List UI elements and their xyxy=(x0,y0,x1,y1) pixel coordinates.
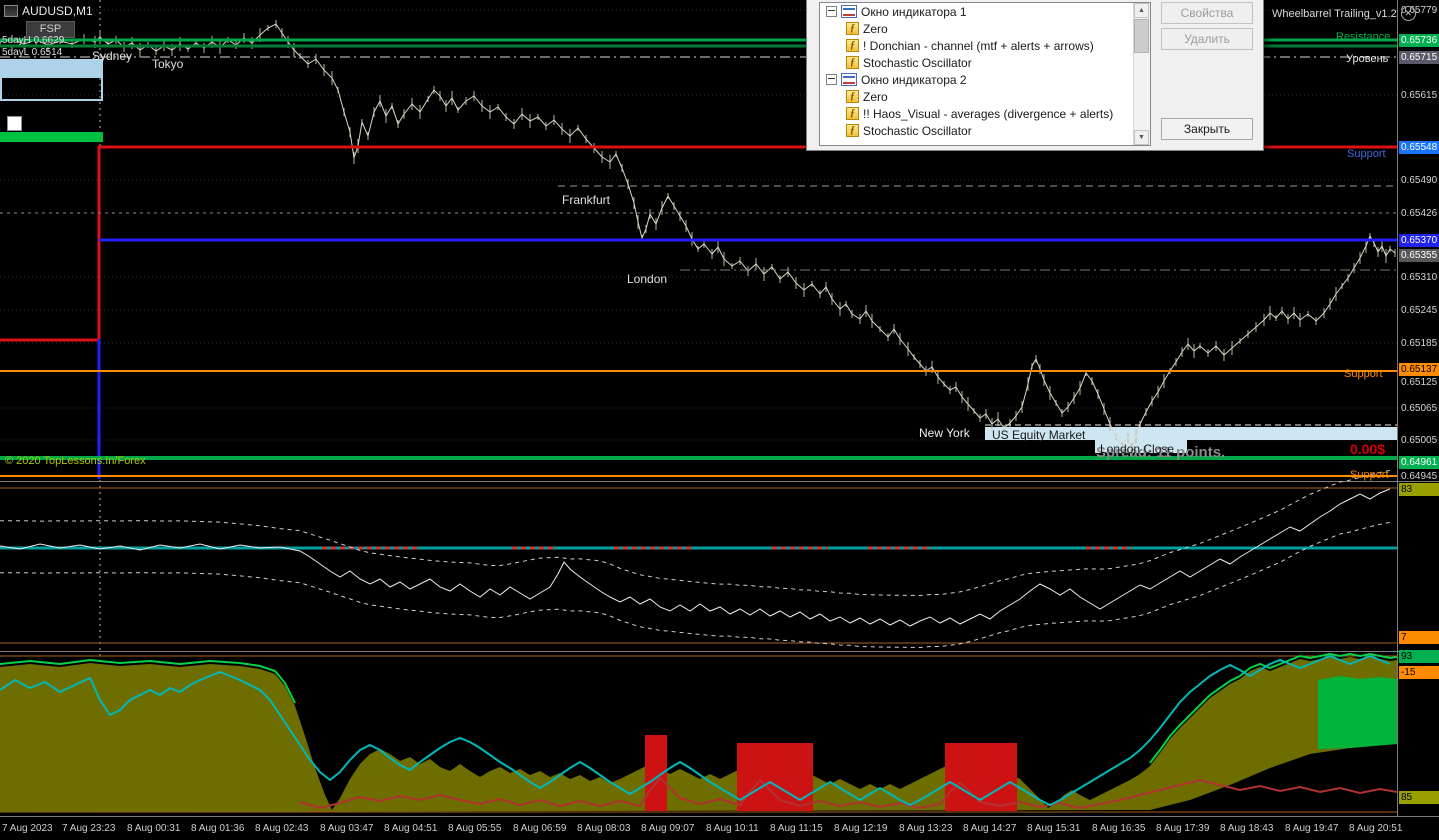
price-scale-label: 85 xyxy=(1399,791,1439,804)
haos-fill-area xyxy=(0,657,1397,812)
price-scale-label: 0.65005 xyxy=(1401,435,1438,446)
mt4-terminal-window: AUDUSD,M1 FSP 5dayH 0.6629 5dayL 0.6514 … xyxy=(0,0,1439,840)
time-axis-label: 8 Aug 06:59 xyxy=(513,823,567,834)
haos-alert-bar xyxy=(945,743,1017,811)
price-scale-label: 83 xyxy=(1399,483,1439,496)
time-axis-label: 8 Aug 01:36 xyxy=(191,823,245,834)
price-scale-label: 0.65125 xyxy=(1401,377,1438,388)
indicator-function-icon: ƒ xyxy=(846,90,859,103)
tree-item-label: Stochastic Oscillator xyxy=(863,55,972,70)
price-scale-label: 0.65355 xyxy=(1399,249,1439,262)
line-red-step xyxy=(0,145,1397,342)
time-axis-label: 8 Aug 19:47 xyxy=(1285,823,1339,834)
time-axis-label: 8 Aug 02:43 xyxy=(255,823,309,834)
haos-alert-bar xyxy=(737,743,813,811)
time-axis-label: 8 Aug 18:43 xyxy=(1220,823,1274,834)
time-axis-label: 8 Aug 20:51 xyxy=(1349,823,1403,834)
time-axis-label: 8 Aug 15:31 xyxy=(1027,823,1081,834)
price-scale-label: -15 xyxy=(1399,666,1439,679)
price-scale-label: 0.65548 xyxy=(1399,141,1439,154)
indicator-function-icon: ƒ xyxy=(846,39,859,52)
time-axis-label: 7 Aug 2023 xyxy=(2,823,53,834)
donchian-upper-band xyxy=(0,469,1391,596)
scrollbar-thumb[interactable] xyxy=(1134,19,1149,53)
time-axis-label: 8 Aug 05:55 xyxy=(448,823,502,834)
time-axis-label: 8 Aug 14:27 xyxy=(963,823,1017,834)
stochastic-main-line xyxy=(0,488,1391,627)
haos-green-zone xyxy=(1318,676,1397,749)
tree-item-label: !! Haos_Visual - averages (divergence + … xyxy=(863,106,1114,121)
price-scale-label: 0.65370 xyxy=(1399,234,1439,247)
time-axis-label: 8 Aug 00:31 xyxy=(127,823,181,834)
dialog-scrollbar[interactable]: ▲ ▼ xyxy=(1133,3,1150,145)
price-scale[interactable]: 0.65779 0.65736 0.65715 0.65615 0.65548 0.654… xyxy=(1397,0,1439,816)
panel-checkbox[interactable] xyxy=(7,116,22,131)
time-axis-label: 8 Aug 12:19 xyxy=(834,823,888,834)
tree-item-indicator[interactable]: ƒ Zero xyxy=(820,88,1134,105)
tree-item-label: Stochastic Oscillator xyxy=(863,123,972,138)
price-scale-label: 0.64945 xyxy=(1401,471,1438,482)
tree-item-indicator[interactable]: ƒ Stochastic Oscillator xyxy=(820,54,1134,71)
tree-item-label: Zero xyxy=(863,21,888,36)
time-axis-label: 7 Aug 23:23 xyxy=(62,823,116,834)
price-scale-label: 0.65245 xyxy=(1401,305,1438,316)
time-axis-label: 8 Aug 17:39 xyxy=(1156,823,1210,834)
donchian-lower-band xyxy=(0,521,1391,648)
price-scale-label: 0.65490 xyxy=(1401,175,1438,186)
chart-window-icon xyxy=(841,73,857,86)
price-scale-label: 0.64961 xyxy=(1399,456,1439,469)
price-scale-label: 0.65185 xyxy=(1401,338,1438,349)
time-axis-label: 8 Aug 11:15 xyxy=(770,823,823,834)
session-band xyxy=(1095,440,1187,453)
time-axis-label: 8 Aug 13:23 xyxy=(899,823,953,834)
price-scale-label: 0.65310 xyxy=(1401,272,1438,283)
tree-item-indicator[interactable]: ƒ Stochastic Oscillator xyxy=(820,122,1134,139)
tree-item-label: Zero xyxy=(863,89,888,104)
tree-item-indicator[interactable]: ƒ ! Donchian - channel (mtf + alerts + ar… xyxy=(820,37,1134,54)
tree-item-indicator[interactable]: ƒ !! Haos_Visual - averages (divergence +… xyxy=(820,105,1134,122)
time-axis-label: 8 Aug 03:47 xyxy=(320,823,374,834)
price-scale-label: 0.65137 xyxy=(1399,363,1439,376)
tree-item-label: ! Donchian - channel (mtf + alerts + arr… xyxy=(863,38,1094,53)
price-scale-label: 7 xyxy=(1399,631,1439,644)
delete-button[interactable]: Удалить xyxy=(1161,28,1253,50)
close-button[interactable]: Закрыть xyxy=(1161,118,1253,140)
tree-item-indicator-window[interactable]: Окно индикатора 2 xyxy=(820,71,1134,88)
indicator-tree[interactable]: Окно индикатора 1 ƒ Zero ƒ! Donchian - chan… xyxy=(819,2,1151,146)
price-scale-label: 0.65715 xyxy=(1399,51,1439,64)
indicator-function-icon: ƒ xyxy=(846,124,859,137)
indicator-function-icon: ƒ xyxy=(846,22,859,35)
tree-item-label: Окно индикатора 2 xyxy=(861,72,967,87)
price-scale-label: 0.65736 xyxy=(1399,34,1439,47)
price-scale-label: 0.65426 xyxy=(1401,208,1438,219)
haos-pane xyxy=(0,652,1397,813)
time-axis-label: 8 Aug 04:51 xyxy=(384,823,438,834)
time-axis[interactable]: 7 Aug 2023 7 Aug 23:23 8 Aug 00:31 8 Aug 01… xyxy=(0,816,1439,840)
price-scale-label: 0.65065 xyxy=(1401,403,1438,414)
properties-button[interactable]: Свойства xyxy=(1161,2,1253,24)
scroll-up-button[interactable]: ▲ xyxy=(1134,3,1149,18)
price-scale-label: 93 xyxy=(1399,650,1439,663)
scroll-down-button[interactable]: ▼ xyxy=(1134,130,1149,145)
session-band xyxy=(985,427,1397,440)
indicator-title-label: Wheelbarrel Trailing_v1.2 xyxy=(1272,7,1397,20)
tree-item-indicator[interactable]: ƒ Zero xyxy=(820,20,1134,37)
tree-expander-icon[interactable] xyxy=(826,74,837,85)
time-axis-label: 8 Aug 10:11 xyxy=(706,823,759,834)
indicator-function-icon: ƒ xyxy=(846,107,859,120)
tree-expander-icon[interactable] xyxy=(826,6,837,17)
time-axis-label: 8 Aug 16:35 xyxy=(1092,823,1146,834)
chart-window-icon xyxy=(841,5,857,18)
indicator-title-row: Wheelbarrel Trailing_v1.2 ✕ xyxy=(1272,6,1416,21)
indicator-function-icon: ƒ xyxy=(846,56,859,69)
tree-item-label: Окно индикатора 1 xyxy=(861,4,967,19)
price-scale-label: 0.65615 xyxy=(1401,90,1438,101)
time-axis-label: 8 Aug 08:03 xyxy=(577,823,631,834)
time-axis-label: 8 Aug 09:07 xyxy=(641,823,695,834)
indicator-close-icon[interactable]: ✕ xyxy=(1400,6,1416,21)
tree-item-indicator-window[interactable]: Окно индикатора 1 xyxy=(820,3,1134,20)
indicator-list-dialog: Окно индикатора 1 ƒ Zero ƒ! Donchian - chan… xyxy=(806,0,1264,151)
stochastic-pane xyxy=(0,469,1397,648)
